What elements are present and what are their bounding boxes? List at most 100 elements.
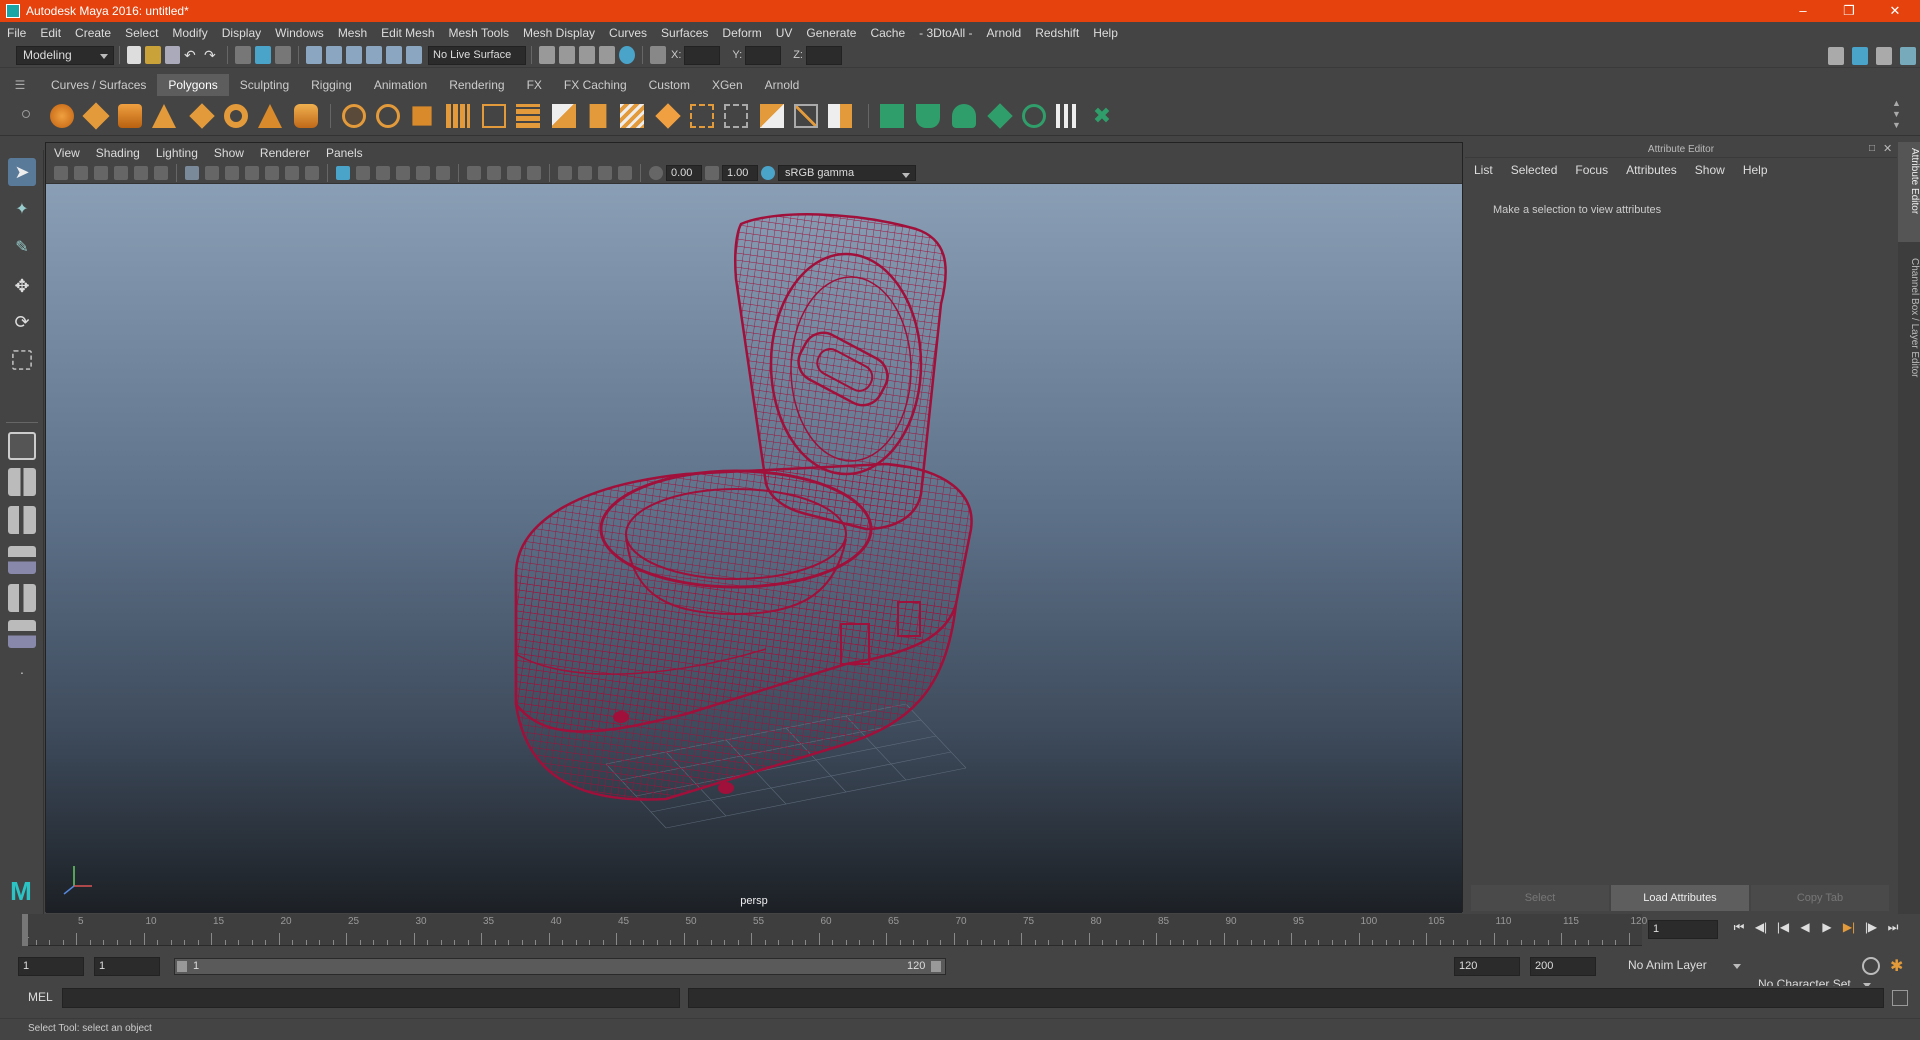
menu-modify[interactable]: Modify (165, 26, 214, 40)
tab-attribute-editor[interactable]: Attribute Editor (1898, 142, 1920, 242)
menu-mesh-display[interactable]: Mesh Display (516, 26, 602, 40)
range-end-handle[interactable] (931, 961, 941, 972)
close-icon[interactable]: ✕ (1872, 0, 1918, 22)
menu-3dtoall[interactable]: - 3DtoAll - (912, 26, 979, 40)
menu-help[interactable]: Help (1086, 26, 1125, 40)
xray-active-icon[interactable] (598, 165, 612, 180)
poly-cylinder-icon[interactable] (118, 104, 142, 128)
tab-polygons[interactable]: Polygons (157, 74, 229, 96)
minimize-icon[interactable]: – (1780, 0, 1826, 22)
screen-space-ao-icon[interactable] (467, 165, 481, 180)
mirror-icon[interactable] (552, 104, 576, 128)
menu-select[interactable]: Select (118, 26, 165, 40)
open-scene-icon[interactable] (145, 46, 161, 64)
render-settings-icon[interactable] (539, 46, 555, 64)
safe-action-icon[interactable] (285, 165, 299, 180)
ae-menu-attributes[interactable]: Attributes (1617, 163, 1686, 177)
ipr-render-icon[interactable] (579, 46, 595, 64)
menu-cache[interactable]: Cache (863, 26, 912, 40)
vp-menu-renderer[interactable]: Renderer (252, 146, 318, 160)
bridge-icon[interactable] (589, 104, 607, 128)
extract-icon[interactable] (482, 104, 506, 128)
render-frame-icon[interactable] (559, 46, 575, 64)
tab-rendering[interactable]: Rendering (438, 74, 515, 96)
step-back-frame-icon[interactable]: ◀| (1750, 920, 1772, 935)
gamma-field[interactable]: 1.00 (722, 164, 758, 181)
cylindrical-mapping-icon[interactable] (916, 104, 940, 128)
exposure-icon[interactable] (649, 165, 663, 180)
menu-display[interactable]: Display (215, 26, 268, 40)
menu-surfaces[interactable]: Surfaces (654, 26, 715, 40)
vp-menu-shading[interactable]: Shading (88, 146, 148, 160)
combine-icon[interactable] (412, 106, 432, 126)
copy-tab-button[interactable]: Copy Tab (1751, 885, 1889, 911)
menu-create[interactable]: Create (68, 26, 118, 40)
smooth-icon[interactable] (516, 104, 540, 128)
poly-plane-icon[interactable] (189, 103, 215, 129)
image-plane-icon[interactable] (114, 165, 128, 180)
booleans-icon[interactable] (828, 104, 852, 128)
undo-icon[interactable]: ↶ (184, 46, 200, 64)
2d-pan-icon[interactable] (134, 165, 148, 180)
play-backwards-icon[interactable]: ◀ (1794, 920, 1816, 935)
menu-mesh-tools[interactable]: Mesh Tools (442, 26, 516, 40)
command-input[interactable] (62, 988, 680, 1008)
vp-menu-lighting[interactable]: Lighting (148, 146, 206, 160)
current-time-marker[interactable] (22, 914, 28, 946)
menu-deform[interactable]: Deform (715, 26, 768, 40)
modeling-toolkit-icon[interactable] (1828, 47, 1844, 65)
load-attributes-button[interactable]: Load Attributes (1611, 885, 1749, 911)
close-panel-icon[interactable]: ✕ (1883, 142, 1892, 155)
depth-of-field-icon[interactable] (527, 165, 541, 180)
anti-aliasing-icon[interactable] (507, 165, 521, 180)
tab-sculpting[interactable]: Sculpting (229, 74, 300, 96)
xray-icon[interactable] (578, 165, 592, 180)
vp-menu-panels[interactable]: Panels (318, 146, 371, 160)
script-editor-icon[interactable] (1892, 990, 1908, 1006)
shelf-scroll-icon[interactable]: ▲ ▼ ▼ (1892, 98, 1901, 131)
snap-grid-icon[interactable] (306, 46, 322, 64)
persp-outliner-layout-icon[interactable] (8, 506, 36, 534)
gamma-icon[interactable] (705, 165, 719, 180)
snap-live-icon[interactable] (406, 46, 422, 64)
ae-menu-list[interactable]: List (1465, 163, 1502, 177)
poly-cone-icon[interactable] (152, 104, 176, 128)
shadows-icon[interactable] (436, 165, 450, 180)
play-forwards-icon[interactable]: ▶ (1816, 920, 1838, 935)
restore-icon[interactable]: ❐ (1826, 0, 1872, 22)
select-hierarchy-icon[interactable] (235, 46, 251, 64)
auto-key-icon[interactable] (1862, 957, 1880, 975)
poly-torus-icon[interactable] (224, 104, 248, 128)
color-space-dropdown[interactable]: sRGB gamma (778, 164, 916, 181)
poly-pipe-icon[interactable] (294, 104, 318, 128)
ae-menu-focus[interactable]: Focus (1566, 163, 1617, 177)
extrude-icon[interactable] (760, 104, 784, 128)
insert-edge-loop-icon[interactable] (724, 104, 748, 128)
sew-uv-icon[interactable]: ✖ (1090, 104, 1114, 128)
ae-menu-help[interactable]: Help (1734, 163, 1777, 177)
go-to-end-icon[interactable]: ⏭ (1882, 920, 1904, 935)
range-start-handle[interactable] (177, 961, 187, 972)
select-tool-icon[interactable]: ➤ (8, 158, 36, 186)
textured-icon[interactable] (396, 165, 410, 180)
tool-settings-icon[interactable] (1876, 47, 1892, 65)
single-perspective-layout-icon[interactable] (8, 432, 36, 460)
motion-blur-icon[interactable] (487, 165, 501, 180)
tab-custom[interactable]: Custom (638, 74, 701, 96)
poly-disc-icon[interactable] (342, 104, 366, 128)
menu-edit-mesh[interactable]: Edit Mesh (374, 26, 441, 40)
tab-fx-caching[interactable]: FX Caching (553, 74, 638, 96)
xray-joints-icon[interactable] (618, 165, 632, 180)
uv-editor-icon[interactable] (1022, 104, 1046, 128)
wireframe-icon[interactable] (336, 165, 350, 180)
y-field[interactable] (745, 45, 782, 65)
anim-layer-dropdown[interactable]: No Anim Layer (1622, 957, 1746, 976)
outliner-layout-icon[interactable] (8, 584, 36, 612)
step-back-key-icon[interactable]: |◀ (1772, 920, 1794, 935)
channel-box-toggle-icon[interactable] (1900, 47, 1916, 65)
grease-pencil-icon[interactable] (154, 165, 168, 180)
animation-start-field[interactable]: 1 (18, 957, 84, 976)
separate-icon[interactable] (446, 104, 470, 128)
tab-channel-box-layer-editor[interactable]: Channel Box / Layer Editor (1898, 252, 1920, 402)
live-surface-field[interactable]: No Live Surface (428, 45, 526, 65)
